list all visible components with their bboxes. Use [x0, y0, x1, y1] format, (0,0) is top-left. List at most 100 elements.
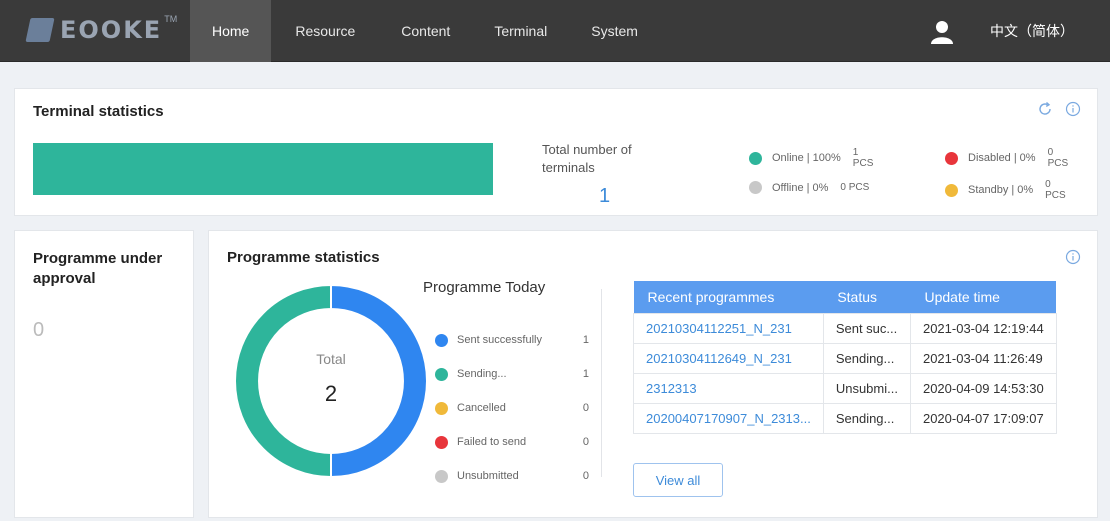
legend-standby-percent: 0%: [1017, 184, 1034, 196]
programme-update-time: 2020-04-09 14:53:30: [909, 372, 1057, 404]
nav-content[interactable]: Content: [379, 0, 472, 62]
programme-status: Sent suc...: [822, 312, 911, 344]
info-icon[interactable]: [1065, 249, 1081, 265]
programme-approval-count[interactable]: 0: [33, 319, 44, 342]
programme-card-actions: [1065, 249, 1081, 265]
standby-dot: [945, 183, 958, 197]
logo-trademark: TM: [164, 14, 178, 24]
today-item-label: Cancelled: [457, 402, 506, 414]
legend-online-percent: 100%: [812, 152, 841, 164]
today-item-value: 0: [582, 436, 589, 448]
today-item-value: 0: [582, 470, 589, 482]
programme-update-time: 2021-03-04 11:26:49: [909, 342, 1057, 374]
offline-dot: [749, 181, 762, 194]
legend-standby: Standby | 0% 0 PCS: [945, 179, 1066, 201]
refresh-icon[interactable]: [1037, 101, 1053, 117]
column-header-status: Status: [823, 281, 911, 313]
recent-programmes-table: Recent programmes Status Update time 202…: [633, 281, 1057, 434]
donut-total-label: Total: [316, 351, 346, 367]
legend-disabled-count: 0: [1047, 147, 1054, 158]
programme-approval-title: Programme under approval: [33, 250, 163, 287]
sending-dot: [435, 367, 448, 381]
programme-name-link[interactable]: 20210304112251_N_231: [633, 312, 824, 344]
legend-offline-percent: 0%: [812, 181, 829, 194]
legend-disabled: Disabled | 0% 0 PCS: [945, 147, 1068, 169]
failed-to-send-dot: [435, 435, 448, 449]
today-sent-successfully: Sent successfully 1: [435, 323, 589, 357]
today-item-label: Unsubmitted: [457, 470, 519, 482]
legend-offline-label: Offline: [772, 181, 804, 194]
programme-approval-card: Programme under approval 0: [14, 230, 194, 518]
legend-online: Online | 100% 1 PCS: [749, 147, 873, 169]
legend-offline-count: 0: [840, 182, 846, 193]
legend-offline-unit: PCS: [848, 182, 870, 193]
today-item-value: 1: [582, 368, 589, 380]
total-terminals-value: 1: [599, 185, 611, 207]
legend-online-count: 1: [852, 147, 859, 158]
legend-disabled-unit: PCS: [1047, 158, 1069, 169]
table-header-row: Recent programmes Status Update time: [633, 281, 1057, 313]
online-terminals-bar-fill: [33, 143, 493, 195]
terminal-card-actions: [1037, 101, 1081, 117]
online-terminals-bar: [33, 143, 493, 195]
today-failed-to-send: Failed to send 0: [435, 425, 589, 459]
today-item-value: 0: [582, 402, 589, 414]
legend-online-label: Online: [772, 152, 804, 164]
programme-status: Sending...: [822, 342, 911, 374]
programme-today-list: Sent successfully 1 Sending... 1 Cancell…: [435, 323, 589, 493]
nav-resource[interactable]: Resource: [271, 0, 379, 62]
main-nav: Home Resource Content Terminal System: [190, 0, 660, 62]
programme-statistics-card: Programme statistics Total 2 Programme T…: [208, 230, 1098, 518]
user-icon[interactable]: [930, 20, 954, 44]
programme-status: Unsubmi...: [822, 372, 911, 404]
programme-update-time: 2021-03-04 12:19:44: [909, 312, 1057, 344]
terminal-statistics-card: Terminal statistics Total number of term…: [14, 88, 1098, 216]
today-cancelled: Cancelled 0: [435, 391, 589, 425]
today-unsubmitted: Unsubmitted 0: [435, 459, 589, 493]
legend-standby-count: 0: [1045, 179, 1051, 190]
info-icon[interactable]: [1065, 101, 1081, 117]
section-divider: [601, 289, 602, 477]
nav-terminal[interactable]: Terminal: [472, 0, 569, 62]
table-row: 20210304112649_N_231 Sending... 2021-03-…: [633, 342, 1057, 374]
donut-total-value: 2: [324, 381, 338, 406]
brand-logo[interactable]: EOOKE TM: [25, 12, 178, 48]
programme-today-title: Programme Today: [423, 279, 546, 296]
today-item-value: 1: [582, 334, 589, 346]
logo-mark-icon: [25, 18, 55, 42]
legend-standby-unit: PCS: [1045, 190, 1066, 201]
nav-system[interactable]: System: [569, 0, 660, 62]
top-navigation-bar: EOOKE TM Home Resource Content Terminal …: [0, 0, 1110, 62]
language-selector[interactable]: 中文（简体）: [990, 0, 1074, 62]
total-terminals-label: Total number of terminals: [542, 142, 632, 175]
programme-name-link[interactable]: 20210304112649_N_231: [633, 342, 824, 374]
legend-standby-label: Standby: [968, 184, 1009, 196]
online-dot: [749, 151, 762, 165]
today-sending: Sending... 1: [435, 357, 589, 391]
programme-statistics-title: Programme statistics: [227, 249, 380, 266]
table-row: 20200407170907_N_2313... Sending... 2020…: [633, 402, 1057, 434]
today-item-label: Sending...: [457, 368, 507, 380]
programme-name-link[interactable]: 2312313: [633, 372, 824, 404]
programme-name-link[interactable]: 20200407170907_N_2313...: [633, 402, 824, 434]
unsubmitted-dot: [435, 469, 448, 483]
programme-status: Sending...: [822, 402, 911, 434]
logo-text: EOOKE: [60, 16, 163, 44]
legend-disabled-percent: 0%: [1019, 152, 1036, 164]
table-row: 20210304112251_N_231 Sent suc... 2021-03…: [633, 312, 1057, 344]
programme-update-time: 2020-04-07 17:09:07: [909, 402, 1057, 434]
legend-online-unit: PCS: [852, 158, 874, 169]
today-item-label: Sent successfully: [457, 334, 542, 346]
sent-successfully-dot: [435, 333, 448, 347]
column-header-recent-programmes: Recent programmes: [633, 281, 824, 313]
today-item-label: Failed to send: [457, 436, 527, 448]
table-row: 2312313 Unsubmi... 2020-04-09 14:53:30: [633, 372, 1057, 404]
column-header-update-time: Update time: [910, 281, 1057, 313]
legend-disabled-label: Disabled: [968, 152, 1011, 164]
view-all-button[interactable]: View all: [633, 463, 723, 497]
disabled-dot: [945, 151, 958, 165]
cancelled-dot: [435, 401, 448, 415]
terminal-statistics-title: Terminal statistics: [33, 103, 164, 120]
nav-home[interactable]: Home: [190, 0, 272, 62]
legend-offline: Offline | 0% 0 PCS: [749, 181, 869, 194]
